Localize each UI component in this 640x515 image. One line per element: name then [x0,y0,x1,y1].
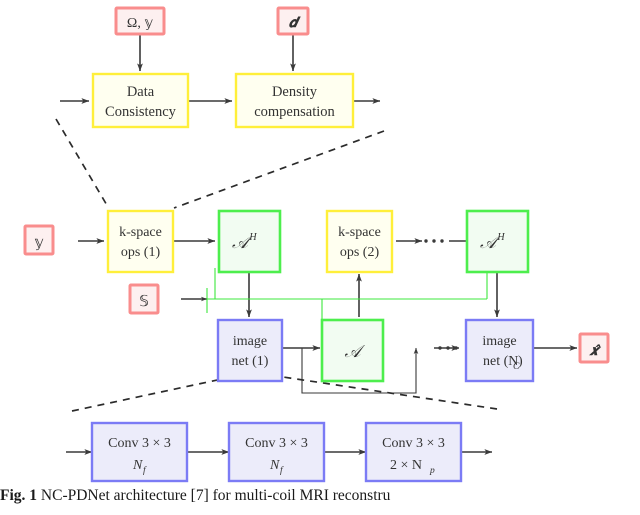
input-box-s-label: 𝕊 [139,294,149,310]
block-image-net-1-line1: image [233,334,267,349]
block-forward-op[interactable]: 𝒜 [320,318,385,383]
block-image-net-1[interactable]: image net (1) [216,318,284,383]
dashed-top-left [55,118,109,208]
dot [454,346,458,350]
block-data-consistency-line1: Data [127,84,155,100]
dot [438,346,442,350]
block-adjoint-op-1[interactable]: 𝒜 H [217,209,282,274]
block-density-compensation[interactable]: Density compensation [234,72,355,129]
dot [440,239,444,243]
block-kspace-ops-2[interactable]: k-space ops (2) [325,209,394,274]
dashed-mid-left [71,378,223,412]
block-adjoint-op-1-superscript: H [248,232,257,243]
input-box-omega-y[interactable]: Ω, 𝕪 [114,6,166,36]
figure-caption: Fig. 1 NC-PDNet architecture [7] for mul… [0,487,640,505]
block-kspace-ops-1-line1: k-space [119,225,162,240]
dashed-top-right [173,130,385,209]
block-adjoint-op-2[interactable]: 𝒜 H [465,209,530,274]
block-kspace-ops-2-rect[interactable] [325,209,394,274]
dot [432,239,436,243]
architecture-diagram: Ω, 𝕪 𝒅 Data Consistency Density compensa… [23,6,610,483]
input-box-omega-y-label: Ω, 𝕪 [127,16,153,31]
block-density-compensation-line1: Density [272,84,318,100]
block-adjoint-op-2-superscript: H [496,232,505,243]
block-kspace-ops-2-line2: ops (2) [340,245,380,260]
block-image-net-nc-rect[interactable] [464,318,535,383]
output-box-x-hat[interactable]: 𝒙̂ [578,332,610,364]
figure-caption-text: NC-PDNet architecture [7] for multi-coil… [40,487,391,504]
block-conv-2[interactable]: Conv 3 × 3 N f [227,421,326,483]
block-conv-1[interactable]: Conv 3 × 3 N f [90,421,189,483]
block-conv-3-line2: 2 × N [390,458,422,473]
dot [424,239,428,243]
block-kspace-ops-1[interactable]: k-space ops (1) [106,209,175,274]
figure-nc-pdnet-architecture: Ω, 𝕪 𝒅 Data Consistency Density compensa… [0,0,640,515]
block-kspace-ops-1-line2: ops (1) [121,245,161,260]
block-kspace-ops-1-rect[interactable] [106,209,175,274]
block-image-net-1-rect[interactable] [216,318,284,383]
input-box-s[interactable]: 𝕊 [128,283,160,315]
block-image-net-nc-line1: image [482,334,516,349]
input-box-y-label: 𝕪 [34,235,43,251]
block-image-net-nc[interactable]: image net (N C ) [464,318,535,383]
continuation-dots [424,239,458,350]
block-image-net-nc-line2-close: ) [518,354,523,369]
input-box-d[interactable]: 𝒅 [276,6,310,36]
block-conv-1-line2: N [132,458,143,473]
block-density-compensation-line2: compensation [254,104,335,120]
block-kspace-ops-2-line1: k-space [338,225,381,240]
block-data-consistency-line2: Consistency [105,104,177,120]
figure-caption-prefix: Fig. 1 [0,487,38,504]
dot [446,346,450,350]
block-conv-3-line1: Conv 3 × 3 [382,436,445,451]
block-conv-1-line1: Conv 3 × 3 [108,436,171,451]
block-conv-3[interactable]: Conv 3 × 3 2 × N p [364,421,463,483]
block-conv-3-subscript: p [429,466,435,476]
block-image-net-1-line2: net (1) [232,354,269,369]
block-data-consistency[interactable]: Data Consistency [91,72,190,129]
block-conv-2-line2: N [269,458,280,473]
input-box-y[interactable]: 𝕪 [23,224,55,256]
block-conv-2-line1: Conv 3 × 3 [245,436,308,451]
